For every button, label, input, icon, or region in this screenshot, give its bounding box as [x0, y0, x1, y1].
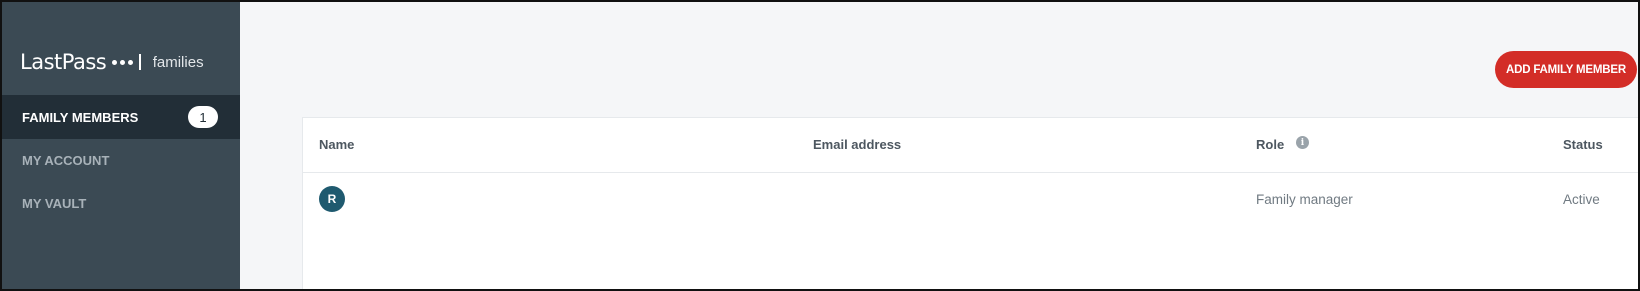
sidebar-item-my-vault[interactable]: MY VAULT [2, 181, 240, 225]
column-header-email[interactable]: Email address [813, 137, 901, 152]
column-header-role[interactable]: Role [1256, 137, 1284, 152]
member-status: Active [1563, 192, 1600, 207]
column-header-name[interactable]: Name [319, 137, 354, 152]
info-icon[interactable]: i [1296, 136, 1309, 149]
sidebar-item-label: MY ACCOUNT [22, 152, 110, 168]
sidebar: LastPass families FAMILY MEMBERS 1 MY AC… [2, 2, 240, 289]
member-count-badge: 1 [188, 106, 218, 128]
add-family-member-button[interactable]: ADD FAMILY MEMBER [1495, 51, 1637, 88]
member-role: Family manager [1256, 192, 1353, 207]
logo-subtitle: families [152, 53, 204, 71]
lastpass-logo: LastPass families [20, 50, 204, 74]
table-header: Name Email address Role i Status [303, 118, 1638, 173]
app-window: LastPass families FAMILY MEMBERS 1 MY AC… [0, 0, 1640, 291]
table-row[interactable]: R Family manager Active [303, 173, 1638, 229]
sidebar-item-my-account[interactable]: MY ACCOUNT [2, 138, 240, 182]
family-members-table: Name Email address Role i Status R Famil… [302, 117, 1638, 289]
logo-dots-icon [112, 59, 134, 65]
avatar: R [319, 186, 345, 212]
logo-text: LastPass [20, 50, 107, 74]
sidebar-item-family-members[interactable]: FAMILY MEMBERS 1 [2, 95, 240, 139]
sidebar-item-label: FAMILY MEMBERS [22, 109, 139, 125]
column-header-status[interactable]: Status [1563, 137, 1603, 152]
sidebar-item-label: MY VAULT [22, 195, 87, 211]
logo-divider [139, 54, 141, 70]
